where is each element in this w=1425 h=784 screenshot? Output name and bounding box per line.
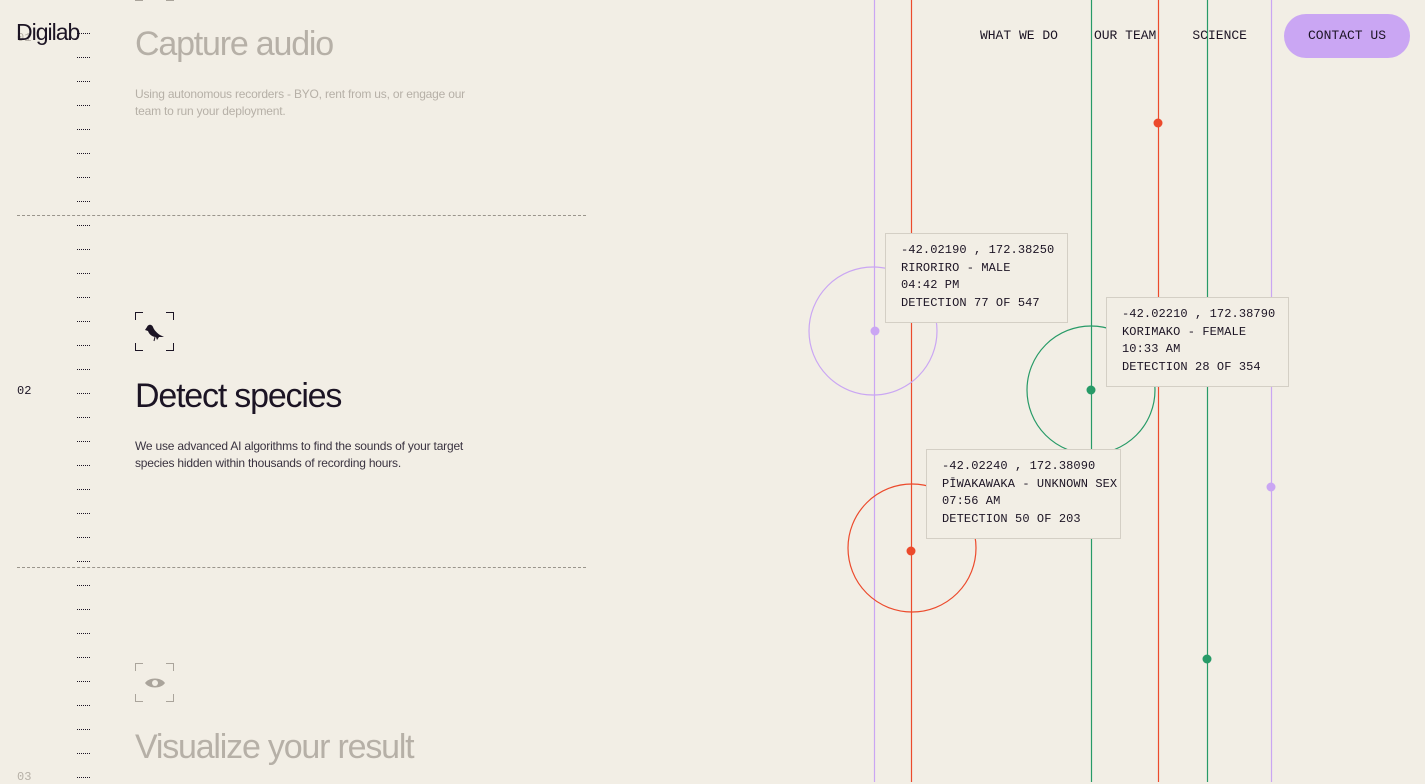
detection-species: KORIMAKO - FEMALE [1122,324,1247,339]
nav-what-we-do[interactable]: WHAT WE DO [980,14,1058,58]
step-title: Capture audio [135,25,334,63]
detection-coords: -42.02240 , 172.38090 [942,459,1096,473]
logo[interactable]: Digilab [16,19,80,46]
section-divider [17,215,586,216]
contact-us-button[interactable]: CONTACT US [1283,14,1410,58]
step-icon-frame [135,312,174,351]
detection-count: DETECTION 77 OF 547 [901,296,1040,311]
detection-dot [1202,654,1212,664]
detection-dot [1086,385,1096,395]
detection-card: -42.02240 , 172.38090 PĪWAKAWAKA - UNKNO… [926,449,1121,539]
step-icon-frame [135,663,174,702]
detection-count: DETECTION 28 OF 354 [1122,360,1261,375]
nav-science[interactable]: SCIENCE [1192,14,1247,58]
detection-species: RIRORIRO - MALE [901,260,1011,275]
detection-time: 10:33 AM [1122,342,1181,357]
nav-our-team[interactable]: OUR TEAM [1094,14,1156,58]
detection-coords: -42.02190 , 172.38250 [901,243,1055,257]
detection-dot [1153,118,1163,128]
detection-time: 04:42 PM [901,278,960,293]
bird-icon [145,324,164,342]
step-description: We use advanced AI algorithms to find th… [135,439,464,470]
step-icon-frame [135,0,174,1]
detection-dot [870,326,880,336]
main-nav: WHAT WE DO OUR TEAM SCIENCE CONTACT US [944,14,1410,58]
detection-card: -42.02190 , 172.38250 RIRORIRO - MALE 04… [885,233,1068,323]
step-title: Detect species [135,377,342,415]
step-number: 02 [17,384,32,398]
detection-species: PĪWAKAWAKA - UNKNOWN SEX [942,476,1118,491]
detection-time: 07:56 AM [942,494,1001,509]
detection-coords: -42.02210 , 172.38790 [1122,307,1276,321]
eye-icon [145,678,165,688]
section-divider [17,567,586,568]
detection-dot [906,546,916,556]
step-description: Using autonomous recorders - BYO, rent f… [135,87,465,118]
detection-card: -42.02210 , 172.38790 KORIMAKO - FEMALE … [1106,297,1289,387]
detection-count: DETECTION 50 OF 203 [942,512,1081,527]
progress-rail [77,10,91,778]
detection-dot [1266,482,1276,492]
step-title: Visualize your result [135,728,415,766]
